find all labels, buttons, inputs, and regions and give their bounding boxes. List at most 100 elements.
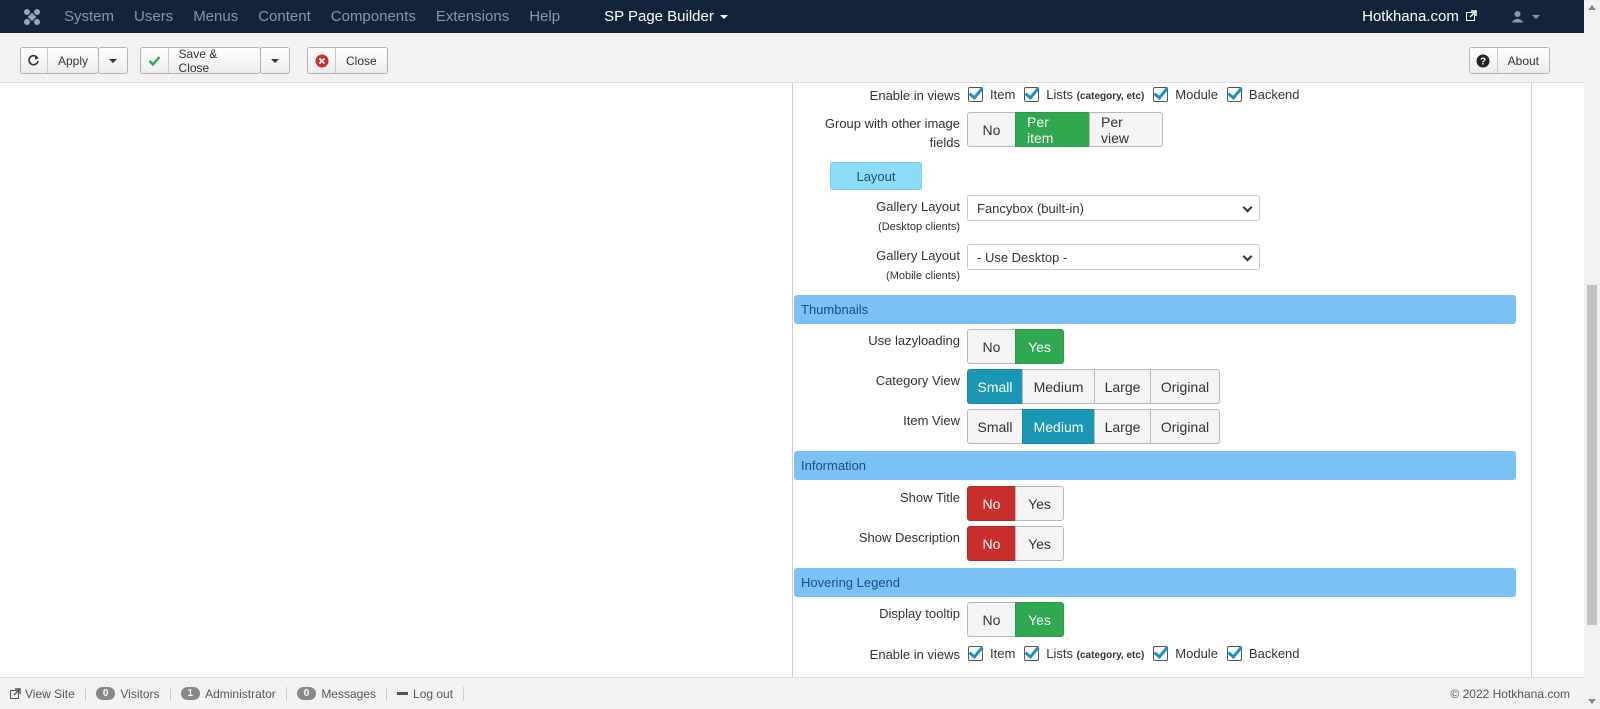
- enable-views-checkboxes: Item Lists (category, etc) Module Backen…: [968, 87, 1309, 102]
- category-small-button[interactable]: Small: [967, 369, 1023, 404]
- tooltip-yes-button[interactable]: Yes: [1015, 602, 1064, 637]
- group-per-item-button[interactable]: Per item: [1015, 112, 1090, 147]
- close-button[interactable]: Close: [307, 47, 388, 74]
- apply-button[interactable]: Apply: [20, 47, 99, 74]
- lazyload-no-button[interactable]: No: [967, 329, 1016, 364]
- lists-text-2: Lists: [1046, 646, 1074, 661]
- about-button[interactable]: ? About: [1469, 47, 1550, 74]
- itemview-small-button[interactable]: Small: [967, 409, 1023, 444]
- messages-link[interactable]: 0 Messages: [287, 686, 388, 701]
- administrator-label: Administrator: [205, 686, 276, 701]
- backend-label-2: Backend: [1248, 646, 1300, 661]
- category-view-toggle: Small Medium Large Original: [967, 369, 1220, 404]
- group-per-view-button[interactable]: Per view: [1089, 112, 1163, 147]
- show-title-no-button[interactable]: No: [967, 486, 1016, 521]
- tooltip-no-button[interactable]: No: [967, 602, 1016, 637]
- top-navbar: System Users Menus Content Components Ex…: [0, 0, 1584, 33]
- save-dropdown-button[interactable]: [260, 47, 290, 74]
- chevron-down-icon: [109, 58, 117, 63]
- lists-checkbox-2[interactable]: [1024, 646, 1040, 661]
- show-title-yes-button[interactable]: Yes: [1015, 486, 1064, 521]
- apply-dropdown-button[interactable]: [98, 47, 128, 74]
- menu-components[interactable]: Components: [331, 8, 416, 25]
- menu-sp-page-builder[interactable]: SP Page Builder: [604, 8, 728, 25]
- messages-badge: 0: [296, 687, 317, 700]
- menu-help[interactable]: Help: [529, 8, 560, 25]
- chevron-down-icon: [1242, 202, 1253, 213]
- tooltip-toggle: No Yes: [967, 602, 1064, 637]
- category-large-button[interactable]: Large: [1094, 369, 1151, 404]
- lists-label: Lists (category, etc): [1046, 87, 1144, 102]
- lists-note: (category, etc): [1076, 91, 1145, 102]
- gallery-mobile-note: (Mobile clients): [886, 270, 960, 282]
- scroll-down-icon[interactable]: [1588, 699, 1596, 704]
- apply-label: Apply: [57, 53, 88, 68]
- page-scrollbar[interactable]: [1584, 0, 1600, 709]
- category-medium-button[interactable]: Medium: [1022, 369, 1095, 404]
- section-thumbnails: Thumbnails: [794, 295, 1516, 324]
- user-menu[interactable]: [1511, 10, 1540, 23]
- chevron-down-icon: [719, 15, 728, 20]
- gallery-mobile-value: - Use Desktop -: [977, 249, 1068, 265]
- view-site-link[interactable]: View Site: [0, 686, 86, 701]
- menu-content[interactable]: Content: [258, 8, 311, 25]
- section-information: Information: [794, 451, 1516, 480]
- question-circle-icon: ?: [1470, 48, 1498, 73]
- administrator-link[interactable]: 1 Administrator: [171, 686, 287, 701]
- about-label: About: [1507, 53, 1539, 68]
- site-link[interactable]: Hotkhana.com: [1362, 8, 1477, 25]
- menu-active-label: SP Page Builder: [604, 8, 714, 25]
- show-desc-no-button[interactable]: No: [967, 526, 1016, 561]
- external-link-icon: [10, 688, 21, 699]
- item-checkbox[interactable]: [968, 87, 983, 102]
- group-no-button[interactable]: No: [967, 112, 1016, 147]
- layout-button[interactable]: Layout: [830, 162, 922, 190]
- show-description-toggle: No Yes: [967, 526, 1064, 561]
- gallery-desktop-select[interactable]: Fancybox (built-in): [967, 195, 1260, 221]
- lazyload-label: Use lazyloading: [868, 333, 960, 348]
- module-checkbox-2[interactable]: [1153, 646, 1169, 661]
- backend-checkbox-2[interactable]: [1226, 646, 1242, 661]
- show-title-label: Show Title: [900, 490, 960, 505]
- backend-label: Backend: [1248, 87, 1300, 102]
- lazyload-toggle: No Yes: [967, 329, 1064, 364]
- menu-extensions[interactable]: Extensions: [436, 8, 509, 25]
- lazyload-yes-button[interactable]: Yes: [1015, 329, 1064, 364]
- show-desc-yes-button[interactable]: Yes: [1015, 526, 1064, 561]
- logout-link[interactable]: Log out: [387, 686, 465, 701]
- backend-checkbox[interactable]: [1226, 87, 1242, 102]
- visitors-label: Visitors: [120, 686, 160, 701]
- gallery-mobile-select[interactable]: - Use Desktop -: [967, 244, 1260, 270]
- itemview-original-button[interactable]: Original: [1150, 409, 1220, 444]
- menu-users[interactable]: Users: [134, 8, 173, 25]
- messages-label: Messages: [321, 686, 377, 701]
- chevron-down-icon: [1532, 14, 1540, 19]
- module-label: Module: [1175, 87, 1218, 102]
- image-field-settings-panel: Enable in views Item Lists (category, et…: [792, 83, 1532, 677]
- item-checkbox-2[interactable]: [968, 646, 983, 661]
- lists-checkbox[interactable]: [1024, 87, 1040, 102]
- itemview-large-button[interactable]: Large: [1094, 409, 1151, 444]
- external-link-icon: [1466, 10, 1477, 21]
- save-close-button[interactable]: Save & Close: [140, 46, 261, 75]
- scrollbar-thumb[interactable]: [1587, 285, 1597, 625]
- gallery-desktop-value: Fancybox (built-in): [977, 200, 1084, 216]
- lists-text: Lists: [1046, 87, 1074, 102]
- enable-views-label-2: Enable in views: [869, 647, 960, 662]
- menu-menus[interactable]: Menus: [193, 8, 238, 25]
- save-close-label: Save & Close: [178, 46, 218, 75]
- module-label-2: Module: [1175, 646, 1218, 661]
- logout-label: Log out: [413, 686, 454, 701]
- visitors-link[interactable]: 0 Visitors: [86, 686, 171, 701]
- group-toggle: No Per item Per view: [967, 112, 1163, 147]
- category-original-button[interactable]: Original: [1150, 369, 1220, 404]
- menu-system[interactable]: System: [64, 8, 114, 25]
- view-site-label: View Site: [25, 686, 75, 701]
- tooltip-label: Display tooltip: [879, 606, 960, 621]
- joomla-logo-icon[interactable]: [0, 8, 64, 26]
- itemview-medium-button[interactable]: Medium: [1022, 409, 1095, 444]
- minus-icon: [397, 692, 409, 695]
- module-checkbox[interactable]: [1153, 87, 1169, 102]
- scroll-up-icon[interactable]: [1588, 5, 1596, 10]
- group-label: Group with other image fields: [824, 116, 960, 150]
